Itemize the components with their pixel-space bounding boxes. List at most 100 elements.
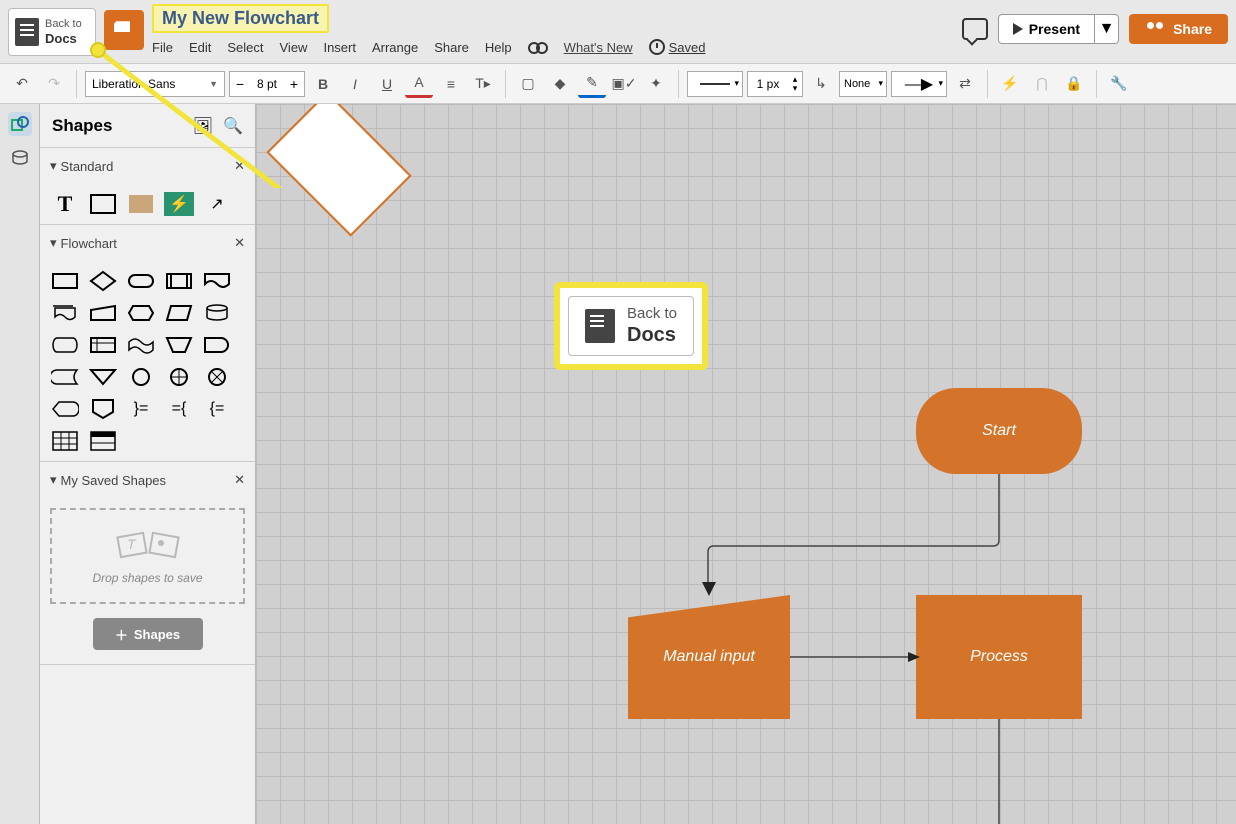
bold-button[interactable]: B [309,70,337,98]
present-button[interactable]: Present [998,14,1095,44]
line-end-select[interactable]: —▶ [891,71,947,97]
fc-terminator[interactable] [126,269,156,293]
fc-brace-equal[interactable]: ={ [164,397,194,421]
line-start-select[interactable]: None [839,71,887,97]
menu-file[interactable]: File [152,40,173,55]
fc-multidoc[interactable] [50,301,80,325]
share-button[interactable]: Share [1129,14,1228,44]
section-flowchart[interactable]: ▾ Flowchart ✕ [40,225,255,261]
fc-manual-input[interactable] [88,301,118,325]
undo-button[interactable]: ↶ [8,70,36,98]
menu-share[interactable]: Share [434,40,469,55]
menu-arrange[interactable]: Arrange [372,40,418,55]
canvas[interactable]: Start Manual input Process YES [256,104,1236,824]
add-shapes-button[interactable]: ＋ Shapes [93,618,203,650]
fc-connector[interactable] [126,365,156,389]
shape-fill-button[interactable]: ◆ [546,70,574,98]
fc-stored-data[interactable] [50,365,80,389]
menu-edit[interactable]: Edit [189,40,211,55]
magic-button[interactable]: ✦ [642,70,670,98]
bolt-shape[interactable]: ⚡ [164,192,194,216]
border-color-button[interactable]: ✎ [578,70,606,98]
image-icon[interactable]: 🖼 [193,116,213,136]
fc-manual-op[interactable] [164,333,194,357]
search-icon[interactable]: 🔍 [223,116,243,136]
rectangle-shape[interactable] [88,192,118,216]
whats-new-link[interactable]: What's New [564,40,633,55]
underline-button[interactable]: U [373,70,401,98]
text-color-button[interactable]: A [405,70,433,98]
italic-button[interactable]: I [341,70,369,98]
process-node[interactable]: Process [916,595,1082,719]
binoculars-icon[interactable] [528,40,548,54]
close-icon[interactable]: ✕ [234,158,245,174]
fc-document[interactable] [202,269,232,293]
shapes-tool-icon[interactable] [8,112,32,136]
action-button[interactable]: ⚡ [996,70,1024,98]
saved-status[interactable]: Saved [649,39,706,55]
line-width-stepper[interactable]: ▴▾ [788,72,802,96]
menu-view[interactable]: View [280,40,308,55]
line-routing-button[interactable]: ↳ [807,70,835,98]
fill-button[interactable]: ▢ [514,70,542,98]
app-logo-icon[interactable] [104,10,144,50]
fc-merge[interactable] [88,365,118,389]
fc-brace-right[interactable]: }= [126,397,156,421]
fc-process[interactable] [50,269,80,293]
font-size-decrease[interactable]: − [230,72,250,96]
fc-table-head[interactable] [88,429,118,453]
fc-summing[interactable] [202,365,232,389]
fc-display[interactable] [50,397,80,421]
fc-brace-left[interactable]: {= [202,397,232,421]
menu-help[interactable]: Help [485,40,512,55]
filled-rect-shape[interactable] [126,192,156,216]
fc-data[interactable] [164,301,194,325]
decision-node[interactable] [266,104,412,237]
fc-table[interactable] [50,429,80,453]
line-width-input[interactable] [748,72,788,96]
magnet-button[interactable]: ⋂ [1028,70,1056,98]
wrench-button[interactable]: 🔧 [1105,70,1133,98]
font-size-input[interactable] [250,72,284,96]
font-family-select[interactable]: Liberation Sans [85,71,225,97]
saved-shapes-dropzone[interactable]: T Drop shapes to save [50,508,245,604]
fc-delay[interactable] [202,333,232,357]
present-dropdown[interactable]: ▼ [1095,14,1119,44]
comment-icon[interactable] [962,18,988,40]
fc-or[interactable] [164,365,194,389]
fc-paper-tape[interactable] [126,333,156,357]
redo-button[interactable]: ↷ [40,70,68,98]
font-size-control[interactable]: − + [229,71,305,97]
section-saved[interactable]: ▾ My Saved Shapes ✕ [40,462,255,498]
back-to-docs-button[interactable]: Back to Docs [8,8,96,56]
swap-ends-button[interactable]: ⇄ [951,70,979,98]
fc-preparation[interactable] [126,301,156,325]
line-width-control[interactable]: ▴▾ [747,71,803,97]
close-icon[interactable]: ✕ [234,235,245,251]
highlight-dot [90,42,106,58]
text-shape[interactable]: T [50,192,80,216]
section-standard[interactable]: ▾ Standard ✕ [40,148,255,184]
start-node[interactable]: Start [916,388,1082,474]
lock-button[interactable]: 🔒 [1060,70,1088,98]
manual-input-node[interactable]: Manual input [628,595,790,719]
align-button[interactable]: ≡ [437,70,465,98]
fc-database[interactable] [202,301,232,325]
close-icon[interactable]: ✕ [234,472,245,488]
shape-options-button[interactable]: ▣✓ [610,70,638,98]
fc-direct-data[interactable] [50,333,80,357]
data-tool-icon[interactable] [8,146,32,170]
arrow-shape[interactable]: ↗ [202,192,232,216]
fc-offpage[interactable] [88,397,118,421]
font-size-increase[interactable]: + [284,72,304,96]
menu-select[interactable]: Select [227,40,263,55]
menu-insert[interactable]: Insert [323,40,356,55]
formatting-toolbar: ↶ ↷ Liberation Sans − + B I U A ≡ T▸ ▢ ◆… [0,64,1236,104]
shapes-panel: Shapes 🖼 🔍 ▾ Standard ✕ T ⚡ ↗ ▾ Flowchar… [40,104,256,824]
text-options-button[interactable]: T▸ [469,70,497,98]
document-title[interactable]: My New Flowchart [152,4,329,33]
fc-internal-storage[interactable] [88,333,118,357]
line-style-select[interactable] [687,71,743,97]
fc-decision[interactable] [88,269,118,293]
fc-predefined[interactable] [164,269,194,293]
